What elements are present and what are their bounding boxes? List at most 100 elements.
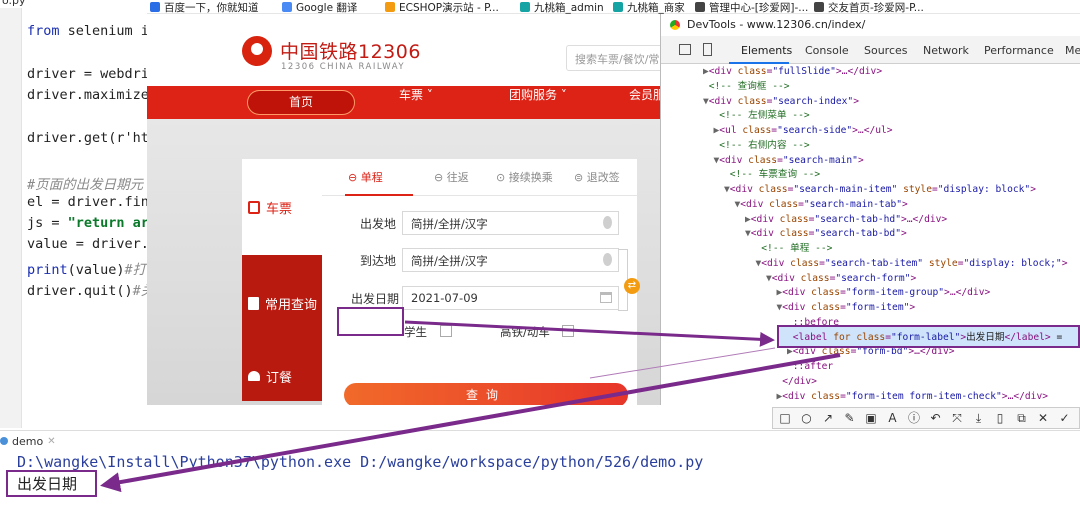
- tab-oneway[interactable]: ⊖ 单程: [348, 169, 383, 185]
- site-header: 中国铁路12306 12306 CHINA RAILWAY 搜索车票/餐饮/常: [147, 14, 660, 84]
- side-tab-query[interactable]: 常用查询: [242, 255, 322, 351]
- highlight-box-output: [6, 470, 97, 497]
- dom-node[interactable]: ▼<div class="search-form">: [766, 272, 916, 286]
- tab-elements[interactable]: Elements: [741, 44, 792, 57]
- close-icon[interactable]: ✕: [47, 436, 55, 447]
- device-toolbar-icon[interactable]: [703, 43, 712, 56]
- bookmark-item[interactable]: 交友首页-珍爱网-P...: [814, 0, 924, 14]
- depart-date-input[interactable]: 2021-07-09: [402, 286, 619, 310]
- dom-node[interactable]: ::after: [787, 360, 833, 374]
- site-logo-title[interactable]: 中国铁路12306: [280, 37, 421, 64]
- dom-node[interactable]: <!-- 查询框 -->: [703, 80, 790, 94]
- dom-node[interactable]: ▶<div class="form-item form-item-check">…: [777, 390, 1049, 404]
- tab-refund[interactable]: ⊜ 退改签: [574, 169, 620, 185]
- dom-node[interactable]: ▼<div class="search-index">: [703, 95, 859, 109]
- nav-home[interactable]: 首页: [247, 90, 355, 115]
- run-console: demo ✕ D:\wangke\Install\Python37\python…: [0, 430, 1080, 507]
- bookmark-item[interactable]: 九桃箱_admin: [520, 0, 604, 14]
- snip-tool-icon[interactable]: ✎: [843, 411, 857, 425]
- snip-tool-icon[interactable]: □: [778, 411, 792, 425]
- bookmark-item[interactable]: ECSHOP演示站 - P...: [385, 0, 499, 14]
- bookmark-label: 百度一下，你就知道: [164, 1, 259, 14]
- snip-tool-icon[interactable]: ↗: [821, 411, 835, 425]
- dom-node[interactable]: ▼<div class="search-tab-bd">: [745, 227, 907, 241]
- dom-node[interactable]: <!-- 左侧菜单 -->: [714, 109, 809, 123]
- tab-sources[interactable]: Sources: [864, 44, 908, 57]
- to-station-placeholder: 简拼/全拼/汉字: [411, 254, 488, 268]
- nav-member[interactable]: 会员服: [629, 86, 660, 119]
- site-body: 车票 常用查询 订餐 ⊖ 单程 ⊖ 往返 ⊙ 接续换乘 ⊜ 退改签 出发地 简拼…: [147, 119, 660, 405]
- snip-tool-icon[interactable]: ⓘ: [907, 411, 921, 425]
- dom-node[interactable]: ▼<div class="search-tab-item" style="dis…: [756, 257, 1068, 271]
- bookmark-favicon-icon: [150, 2, 160, 12]
- document-icon: [248, 296, 259, 310]
- snip-tool-icon[interactable]: ○: [800, 411, 814, 425]
- code-line: driver.maximize: [27, 87, 149, 103]
- to-station-input[interactable]: 简拼/全拼/汉字: [402, 248, 619, 272]
- highspeed-checkbox[interactable]: [562, 325, 574, 337]
- train-icon: [248, 200, 260, 214]
- dom-node[interactable]: ▼<div class="form-item">: [777, 301, 916, 315]
- location-pin-icon: [603, 253, 612, 266]
- bookmark-item[interactable]: 九桃箱_商家: [613, 0, 685, 14]
- dom-node[interactable]: ▼<div class="search-main-item" style="di…: [724, 183, 1036, 197]
- code-line: driver.get(r'ht: [27, 130, 149, 146]
- swap-stations-icon[interactable]: ⇄: [624, 278, 640, 294]
- snip-tool-icon[interactable]: ↶: [929, 411, 943, 425]
- depart-date-label: 出发日期: [351, 292, 400, 306]
- nav-tickets[interactable]: 车票 ˅: [399, 86, 433, 119]
- side-tab-query-label: 常用查询: [265, 297, 318, 313]
- dom-node[interactable]: ▶<div class="search-tab-hd">…</div>: [745, 213, 947, 227]
- snip-toolbar: □ ○ ↗ ✎ ▣ Aⓘ ↶ ⤧ ⤓ ▯ ⧉ ✕ ✓: [772, 407, 1080, 429]
- query-button[interactable]: 查询: [344, 383, 628, 405]
- nav-home-label: 首页: [288, 95, 313, 109]
- tab-console[interactable]: Console: [805, 44, 849, 57]
- dom-node[interactable]: ▶<div class="fullSlide">…</div>: [703, 65, 882, 79]
- snip-tool-icon[interactable]: ⤓: [972, 411, 986, 425]
- dom-node[interactable]: <!-- 车票查询 -->: [724, 168, 820, 182]
- tab-round-trip[interactable]: ⊖ 往返: [434, 169, 469, 185]
- snip-tool-icon[interactable]: ⧉: [1015, 411, 1029, 425]
- devtools-titlebar: DevTools - www.12306.cn/index/: [661, 14, 1080, 36]
- nav-group-service[interactable]: 团购服务 ˅: [509, 86, 567, 119]
- highspeed-label: 高铁/动车: [500, 325, 550, 339]
- tab-more[interactable]: Me: [1065, 44, 1080, 57]
- student-checkbox[interactable]: [440, 325, 452, 337]
- inspect-element-icon[interactable]: [679, 44, 691, 55]
- snip-tool-icon[interactable]: ▯: [993, 411, 1007, 425]
- tab-performance[interactable]: Performance: [984, 44, 1054, 57]
- bookmark-item[interactable]: Google 翻译: [282, 0, 357, 14]
- railway-site: 中国铁路12306 12306 CHINA RAILWAY 搜索车票/餐饮/常 …: [147, 14, 660, 405]
- console-tab[interactable]: demo ✕: [0, 433, 56, 449]
- dom-node[interactable]: </div>: [777, 375, 817, 389]
- bookmark-item[interactable]: 管理中心-[珍爱网]-...: [695, 0, 808, 14]
- bookmark-item[interactable]: 百度一下，你就知道: [150, 0, 259, 14]
- dom-node[interactable]: <!-- 单程 -->: [756, 242, 832, 256]
- dom-node[interactable]: ▼<div class="search-main-tab">: [735, 198, 908, 212]
- ide-file-tab[interactable]: o.py: [0, 0, 26, 8]
- site-search-input[interactable]: 搜索车票/餐饮/常: [566, 45, 660, 71]
- dom-node[interactable]: ▶<ul class="search-side">…</ul>: [714, 124, 893, 138]
- snip-tool-icon[interactable]: ✕: [1036, 411, 1050, 425]
- from-station-input[interactable]: 简拼/全拼/汉字: [402, 211, 619, 235]
- snip-tool-icon[interactable]: A: [886, 411, 900, 425]
- code-line: el = driver.fin: [27, 194, 149, 210]
- student-label: 学生: [404, 325, 427, 339]
- calendar-icon: [600, 292, 612, 303]
- code-line: #页面的出发日期元: [27, 177, 144, 193]
- dom-node[interactable]: <!-- 右侧内容 -->: [714, 139, 809, 153]
- snip-tool-icon[interactable]: ✓: [1058, 411, 1072, 425]
- side-tab-train[interactable]: 车票: [242, 159, 322, 255]
- tab-transfer[interactable]: ⊙ 接续换乘: [496, 169, 553, 185]
- screenshot-root: o.py from selenium i driver = webdri drive…: [0, 0, 1080, 507]
- dom-node[interactable]: ▼<div class="search-main">: [714, 154, 864, 168]
- dom-tree[interactable]: ▶<div class="fullSlide">…</div> <!-- 查询框…: [661, 65, 1080, 405]
- snip-tool-icon[interactable]: ▣: [864, 411, 878, 425]
- tab-network[interactable]: Network: [923, 44, 969, 57]
- dom-node[interactable]: ▶<div class="form-item-group">…</div>: [777, 286, 991, 300]
- ide-gutter: [0, 8, 22, 428]
- query-button-label: 查询: [465, 388, 506, 402]
- chrome-icon: [669, 19, 681, 31]
- side-tab-order[interactable]: 订餐: [242, 351, 322, 401]
- snip-tool-icon[interactable]: ⤧: [950, 411, 964, 425]
